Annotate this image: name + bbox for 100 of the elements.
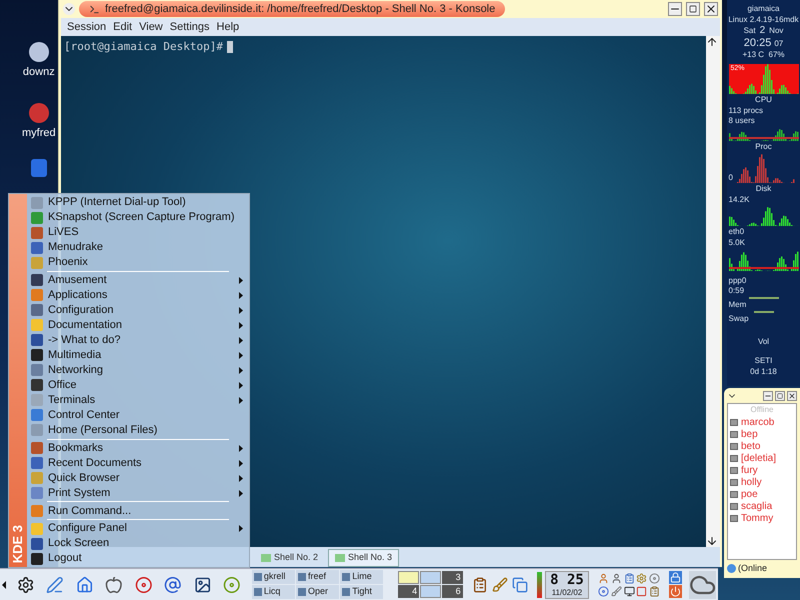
contact-item[interactable]: fury	[730, 464, 794, 476]
submenu-item[interactable]: Office	[27, 378, 249, 393]
contact-item[interactable]: marcob	[730, 416, 794, 428]
desktop-pager-cell[interactable]	[398, 571, 420, 584]
cloud-icon[interactable]	[688, 570, 716, 598]
taskbar-button[interactable]: Licq	[252, 585, 296, 599]
submenu-item[interactable]: Amusement	[27, 272, 249, 288]
minimize-button[interactable]	[763, 391, 773, 401]
menu-item[interactable]: Logout	[27, 551, 249, 566]
taskbar-button[interactable]: gkrell	[252, 570, 296, 584]
user-icon[interactable]	[598, 572, 610, 584]
monitor-icon[interactable]	[624, 586, 635, 596]
close-button[interactable]	[704, 2, 718, 16]
brush-icon[interactable]	[492, 576, 508, 592]
scroll-down-icon[interactable]	[706, 535, 718, 547]
submenu-item[interactable]: Bookmarks	[27, 440, 249, 456]
desktop-pager-cell[interactable]: 3	[442, 571, 463, 584]
desktop-pager-cell[interactable]: 6	[442, 585, 463, 598]
desktop-pager-cell[interactable]	[420, 585, 441, 598]
network-label: eth0	[728, 227, 746, 237]
submenu-arrow-icon	[239, 444, 243, 452]
menu-item[interactable]: KPPP (Internet Dial-up Tool)	[27, 195, 249, 210]
panel-hide-arrow-icon[interactable]	[2, 580, 6, 588]
status-field[interactable]: (Online	[738, 562, 768, 575]
menu-item[interactable]: Help	[216, 18, 240, 36]
taskbar-button[interactable]: Oper	[296, 585, 340, 599]
disc-icon[interactable]	[223, 574, 241, 594]
app-icon	[31, 196, 43, 208]
desktop-pager-cell[interactable]	[420, 571, 441, 584]
menu-item[interactable]: View	[139, 18, 163, 36]
menu-item[interactable]: Control Center	[27, 408, 249, 423]
close-button[interactable]	[787, 391, 797, 401]
apple-icon[interactable]	[105, 574, 123, 594]
maximize-button[interactable]	[686, 2, 700, 16]
submenu-item[interactable]: Recent Documents	[27, 456, 249, 470]
session-tab[interactable]: Shell No. 2	[255, 549, 324, 567]
contact-item[interactable]: holly	[730, 476, 794, 488]
submenu-item[interactable]: -> What to do?	[27, 332, 249, 348]
menu-item[interactable]: Phoenix	[27, 255, 249, 270]
taskbar-button[interactable]: freef	[296, 570, 340, 584]
menu-item[interactable]: Run Command...	[27, 503, 249, 518]
home-icon[interactable]	[76, 574, 94, 594]
scroll-up-icon[interactable]	[706, 36, 718, 48]
contact-item[interactable]: poe	[730, 488, 794, 500]
contact-item[interactable]: Tommy	[730, 512, 794, 524]
ring-icon[interactable]	[134, 574, 152, 594]
desktop-icon[interactable]	[28, 42, 49, 62]
menu-item[interactable]: LiVES	[27, 225, 249, 240]
submenu-item[interactable]: Print System	[27, 486, 249, 500]
window-menu-icon[interactable]	[63, 3, 75, 15]
submenu-item[interactable]: Configuration	[27, 302, 249, 318]
menu-item[interactable]: Edit	[113, 18, 132, 36]
app-icon	[31, 256, 43, 268]
menu-item[interactable]: Lock Screen	[27, 536, 249, 551]
user-icon[interactable]	[611, 572, 622, 584]
contact-item[interactable]: scaglia	[730, 500, 794, 512]
desktop-pager-cell[interactable]: 4	[398, 585, 420, 598]
contact-item[interactable]: bep	[730, 428, 794, 440]
submenu-item[interactable]: Configure Panel	[27, 521, 249, 536]
session-tab[interactable]: Shell No. 3	[328, 549, 400, 567]
windows-icon[interactable]	[512, 576, 528, 592]
menu-item[interactable]: Home (Personal Files)	[27, 422, 249, 438]
app-icon	[31, 457, 43, 469]
brush-icon[interactable]	[611, 586, 622, 596]
menu-item[interactable]: Menudrake	[27, 240, 249, 255]
submenu-item[interactable]: Documentation	[27, 318, 249, 333]
submenu-item[interactable]: Multimedia	[27, 348, 249, 363]
submenu-item[interactable]: Terminals	[27, 392, 249, 408]
swap-label: Swap	[728, 314, 750, 324]
app-icon	[31, 226, 43, 238]
square-icon[interactable]	[636, 586, 648, 596]
gear-icon[interactable]	[16, 574, 34, 594]
app-icon	[31, 212, 43, 224]
picture-icon[interactable]	[194, 574, 212, 594]
disc-icon[interactable]	[649, 572, 660, 584]
scrollbar[interactable]	[706, 36, 720, 547]
contact-item[interactable]: beto	[730, 440, 794, 452]
menu-side-label: KDE 3	[9, 524, 26, 563]
menu-item[interactable]: Session	[67, 18, 106, 36]
contact-item[interactable]: [deletia]	[730, 452, 794, 464]
at-sign-icon[interactable]	[164, 574, 182, 594]
power-icon[interactable]	[668, 585, 682, 598]
disc-icon[interactable]	[598, 586, 610, 596]
clock-date: 11/02/02	[552, 588, 582, 598]
minimize-button[interactable]	[668, 2, 682, 16]
taskbar-button[interactable]: Tight	[340, 585, 384, 599]
submenu-item[interactable]: Quick Browser	[27, 470, 249, 486]
taskbar-button[interactable]: Lime	[340, 570, 384, 584]
submenu-item[interactable]: Applications	[27, 288, 249, 303]
menu-item[interactable]: Settings	[170, 18, 210, 36]
hostname: giamaica	[747, 4, 780, 14]
pencil-icon[interactable]	[46, 574, 64, 594]
clock[interactable]: 8 25 11/02/02	[544, 570, 590, 598]
list-icon[interactable]	[624, 572, 635, 584]
lock-icon[interactable]	[668, 571, 682, 584]
clipboard-icon[interactable]	[472, 576, 488, 592]
disk-value: 14.2K	[728, 195, 750, 205]
menu-item[interactable]: KSnapshot (Screen Capture Program)	[27, 210, 249, 225]
maximize-button[interactable]	[775, 391, 785, 401]
submenu-item[interactable]: Networking	[27, 362, 249, 378]
